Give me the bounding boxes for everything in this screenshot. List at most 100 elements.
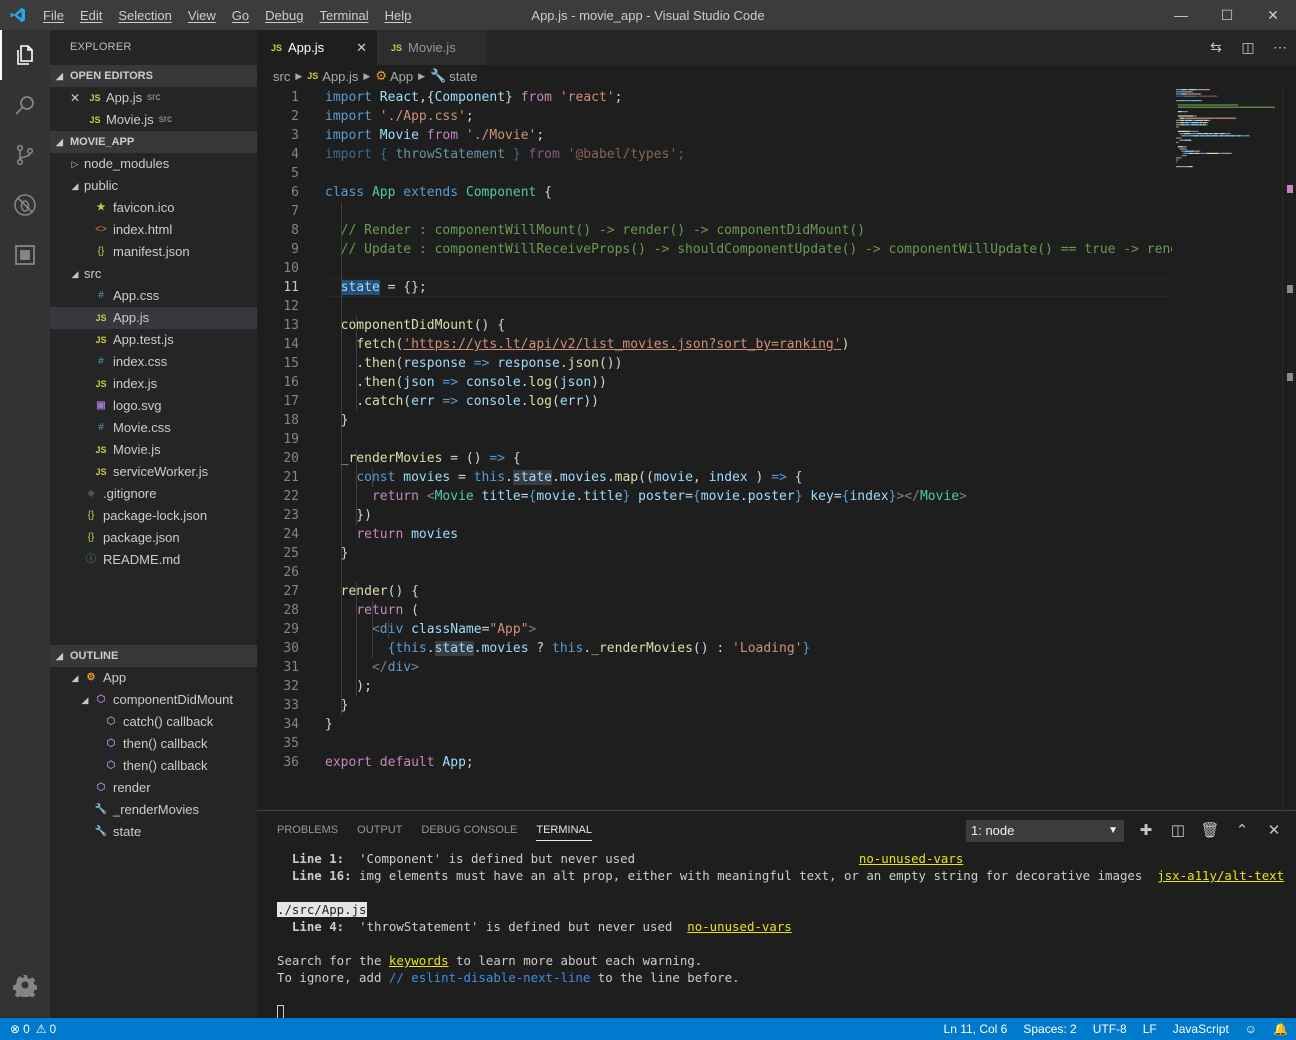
tab-app-js[interactable]: JS App.js ✕	[257, 30, 377, 65]
split-editor-icon[interactable]: ◫	[1232, 39, 1264, 56]
breadcrumb-item[interactable]: src	[273, 69, 290, 84]
minimap[interactable]	[1172, 87, 1282, 809]
token: index	[708, 470, 748, 485]
breadcrumb-item[interactable]: state	[449, 69, 477, 84]
outline-item[interactable]: ⬡ then() callback	[50, 755, 257, 777]
token: index	[849, 489, 889, 504]
file-tree-item[interactable]: ▷ node_modules	[50, 153, 257, 175]
file-tree-item[interactable]: JS App.test.js	[50, 329, 257, 351]
minimap-line	[1200, 135, 1205, 137]
editor-scrollbar[interactable]	[1282, 87, 1296, 809]
outline-item[interactable]: ⬡ render	[50, 777, 257, 799]
line-ending[interactable]: LF	[1135, 1022, 1165, 1036]
open-editor-item[interactable]: JS Movie.js src	[50, 109, 257, 131]
search-icon[interactable]	[0, 80, 50, 130]
line-code: </div>	[325, 658, 419, 677]
project-header[interactable]: ◢ MOVIE_APP	[50, 131, 257, 153]
compare-changes-icon[interactable]: ⇆	[1200, 39, 1232, 56]
outline-item[interactable]: 🔧 _renderMovies	[50, 799, 257, 821]
open-editors-header[interactable]: ◢ OPEN EDITORS	[50, 65, 257, 87]
item-name: .gitignore	[103, 486, 157, 501]
minimap-line	[1199, 122, 1203, 124]
problems-indicator[interactable]: ⊗ 0 ⚠ 0	[0, 1022, 56, 1036]
encoding[interactable]: UTF-8	[1085, 1022, 1135, 1036]
file-tree-item[interactable]: JS App.js	[50, 307, 257, 329]
close-icon[interactable]: ✕	[70, 87, 86, 109]
file-tree-item[interactable]: {} package.json	[50, 527, 257, 549]
menu-debug[interactable]: Debug	[257, 8, 311, 23]
chevron-up-icon[interactable]: ⌃	[1226, 820, 1258, 842]
maximize-button[interactable]: ☐	[1204, 0, 1250, 30]
minimap-line	[1240, 135, 1242, 137]
token: // Update : componentWillReceiveProps() …	[340, 242, 1172, 257]
minimap-line	[1176, 100, 1181, 102]
file-tree-item[interactable]: <> index.html	[50, 219, 257, 241]
tab-debug-console[interactable]: DEBUG CONSOLE	[421, 811, 517, 849]
terminal-select[interactable]: 1: node ▼	[966, 820, 1124, 842]
outline-item[interactable]: 🔧 state	[50, 821, 257, 843]
tab-terminal[interactable]: TERMINAL	[536, 811, 592, 849]
minimap-line	[1202, 152, 1206, 154]
tab-problems[interactable]: PROBLEMS	[277, 811, 338, 849]
close-icon[interactable]: ✕	[1258, 820, 1290, 842]
language-mode[interactable]: JavaScript	[1165, 1022, 1237, 1036]
outline-item[interactable]: ⬡ catch() callback	[50, 711, 257, 733]
line-number: 28	[283, 603, 299, 618]
code-line: 8 // Render : componentWillMount() -> re…	[257, 221, 1172, 240]
breadcrumb-item[interactable]: App.js	[322, 69, 358, 84]
file-tree-item[interactable]: # Movie.css	[50, 417, 257, 439]
open-editor-item[interactable]: ✕ JS App.js src	[50, 87, 257, 109]
menu-help[interactable]: Help	[377, 8, 420, 23]
file-tree-item[interactable]: ◢ src	[50, 263, 257, 285]
outline-item[interactable]: ◢ ⬡ componentDidMount	[50, 689, 257, 711]
outline-item[interactable]: ⬡ then() callback	[50, 733, 257, 755]
file-tree-item[interactable]: # index.css	[50, 351, 257, 373]
file-tree-item[interactable]: {} package-lock.json	[50, 505, 257, 527]
outline-header[interactable]: ◢ OUTLINE	[50, 645, 257, 667]
code-editor[interactable]: 1 import React,{Component} from 'react'; 2…	[257, 87, 1172, 809]
menu-terminal[interactable]: Terminal	[311, 8, 376, 23]
gear-icon[interactable]	[0, 960, 50, 1010]
file-tree-item[interactable]: {} manifest.json	[50, 241, 257, 263]
cursor-position[interactable]: Ln 11, Col 6	[936, 1022, 1016, 1036]
menu-selection[interactable]: Selection	[110, 8, 179, 23]
file-tree-item[interactable]: JS index.js	[50, 373, 257, 395]
line-number: 14	[283, 337, 299, 352]
minimap-line	[1188, 135, 1194, 137]
indentation[interactable]: Spaces: 2	[1015, 1022, 1084, 1036]
file-tree-item[interactable]: ▣ logo.svg	[50, 395, 257, 417]
file-tree-item[interactable]: JS serviceWorker.js	[50, 461, 257, 483]
file-tree-item[interactable]: ◢ public	[50, 175, 257, 197]
outline-item[interactable]: ◢ ⚙ App	[50, 667, 257, 689]
files-icon[interactable]	[0, 30, 50, 80]
add-icon[interactable]: ✚	[1130, 820, 1162, 842]
file-tree-item[interactable]: # App.css	[50, 285, 257, 307]
minimap-line	[1224, 135, 1230, 137]
minimize-button[interactable]: —	[1158, 0, 1204, 30]
menu-view[interactable]: View	[180, 8, 224, 23]
menu-file[interactable]: File	[35, 8, 72, 23]
item-name: package.json	[103, 530, 180, 545]
split-icon[interactable]: ◫	[1162, 820, 1194, 842]
bell-icon[interactable]: 🔔	[1265, 1022, 1296, 1036]
close-button[interactable]: ✕	[1250, 0, 1296, 30]
file-tree-item[interactable]: ⓘ README.md	[50, 549, 257, 571]
file-tree-item[interactable]: ◆ .gitignore	[50, 483, 257, 505]
trash-icon[interactable]: 🗑	[1194, 820, 1226, 842]
close-icon[interactable]: ✕	[356, 40, 367, 56]
menu-edit[interactable]: Edit	[72, 8, 110, 23]
source-control-icon[interactable]	[0, 130, 50, 180]
breadcrumb-item[interactable]: App	[390, 69, 413, 84]
feedback-icon[interactable]: ☺	[1237, 1022, 1265, 1036]
js-file-icon: JS	[95, 335, 107, 345]
file-tree-item[interactable]: JS Movie.js	[50, 439, 257, 461]
extensions-icon[interactable]	[0, 230, 50, 280]
tab-output[interactable]: OUTPUT	[357, 811, 402, 849]
tab-movie-js[interactable]: JS Movie.js	[377, 30, 487, 65]
menu-go[interactable]: Go	[224, 8, 257, 23]
file-tree-item[interactable]: ★ favicon.ico	[50, 197, 257, 219]
debug-icon[interactable]	[0, 180, 50, 230]
more-actions-icon[interactable]: ⋯	[1264, 39, 1296, 56]
line-code: import Movie from './Movie';	[325, 126, 544, 145]
